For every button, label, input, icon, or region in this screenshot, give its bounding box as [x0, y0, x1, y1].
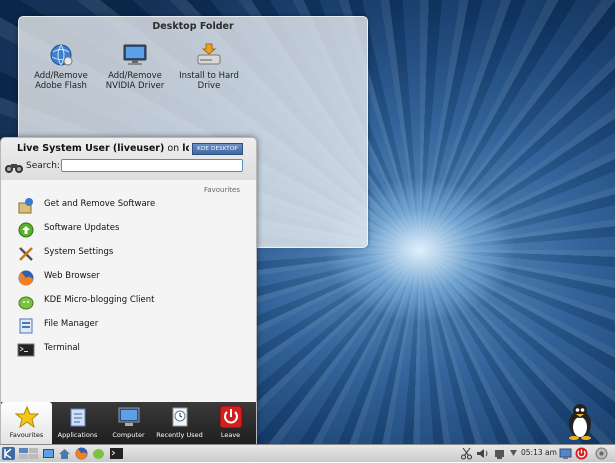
- tab-label: Recently Used: [156, 431, 203, 439]
- settings-tools-icon: [17, 245, 35, 263]
- clipboard-scissors-icon[interactable]: [460, 447, 473, 460]
- menu-item-get-remove-software[interactable]: Get and Remove Software: [15, 194, 243, 216]
- firefox-icon: [17, 269, 35, 287]
- search-label: Search:: [26, 161, 60, 171]
- tab-label: Favourites: [9, 431, 44, 439]
- update-icon: [17, 221, 35, 239]
- install-to-hard-drive-launcher[interactable]: Install to Hard Drive: [169, 43, 249, 91]
- add-remove-flash-launcher[interactable]: Add/Remove Adobe Flash: [21, 43, 101, 91]
- add-remove-nvidia-launcher[interactable]: Add/Remove NVIDIA Driver: [95, 43, 175, 91]
- globe-icon: [47, 43, 75, 67]
- user-name: Live System User (liveuser): [17, 143, 165, 154]
- power-icon: [218, 405, 244, 429]
- tab-recently-used[interactable]: Recently Used: [154, 402, 205, 445]
- icon-label-line2: Drive: [197, 81, 221, 91]
- hard-drive-icon: [195, 43, 223, 67]
- menu-item-label: System Settings: [44, 247, 114, 257]
- menu-item-label: Software Updates: [44, 223, 120, 233]
- file-manager-icon: [17, 317, 35, 335]
- tab-leave[interactable]: Leave: [205, 402, 256, 445]
- icon-label-line2: Adobe Flash: [35, 81, 87, 91]
- terminal-icon: [17, 341, 35, 359]
- home-icon[interactable]: [58, 447, 71, 460]
- menu-item-label: File Manager: [44, 319, 99, 329]
- menu-header: Live System User (liveuser) on localhost…: [1, 138, 256, 180]
- panel-clock[interactable]: 05:13 am: [521, 448, 557, 457]
- taskbar-panel: 05:13 am: [0, 444, 615, 462]
- menu-item-system-settings[interactable]: System Settings: [15, 242, 243, 264]
- kickoff-menu: Live System User (liveuser) on localhost…: [0, 137, 257, 446]
- tab-computer[interactable]: Computer: [103, 402, 154, 445]
- menu-item-label: Terminal: [44, 343, 80, 353]
- panel-toolbox-icon[interactable]: [595, 447, 608, 460]
- menu-tab-bar: Favourites Applications Computer Recentl…: [1, 402, 256, 445]
- applications-icon: [65, 406, 91, 428]
- icon-label-line1: Install to Hard: [179, 71, 239, 81]
- desktop-folder-title: Desktop Folder: [152, 21, 234, 32]
- choqok-launcher-icon[interactable]: [92, 447, 105, 460]
- menu-item-label: Get and Remove Software: [44, 199, 156, 209]
- user-on-text: on: [167, 143, 180, 154]
- icon-label-line1: Add/Remove: [108, 71, 162, 81]
- kde-menu-button[interactable]: [2, 447, 15, 460]
- menu-item-microblogging[interactable]: KDE Micro-blogging Client: [15, 290, 243, 312]
- menu-item-file-manager[interactable]: File Manager: [15, 314, 243, 336]
- sound-icon[interactable]: [476, 447, 489, 460]
- menu-item-label: KDE Micro-blogging Client: [44, 295, 155, 305]
- network-icon[interactable]: [493, 447, 506, 460]
- menu-item-terminal[interactable]: Terminal: [15, 338, 243, 360]
- user-info: Live System User (liveuser) on localhost: [17, 143, 189, 154]
- package-icon: [17, 197, 35, 215]
- icon-label-line1: Add/Remove: [34, 71, 88, 81]
- tab-label: Applications: [57, 431, 98, 439]
- leave-power-icon[interactable]: [575, 447, 588, 460]
- search-input[interactable]: [61, 159, 243, 172]
- tux-desktop-icon[interactable]: [565, 402, 595, 440]
- computer-icon: [116, 406, 142, 428]
- menu-item-software-updates[interactable]: Software Updates: [15, 218, 243, 240]
- microblog-icon: [17, 293, 35, 311]
- pager-icon[interactable]: [19, 447, 38, 460]
- star-icon: [14, 405, 40, 429]
- tab-label: Computer: [112, 431, 145, 439]
- tab-label: Leave: [220, 431, 241, 439]
- menu-item-label: Web Browser: [44, 271, 100, 281]
- host-name: localhost: [182, 143, 189, 154]
- icon-label-line2: NVIDIA Driver: [105, 81, 165, 91]
- kde-desktop-badge: KDE DESKTOP: [192, 143, 243, 155]
- notifications-icon[interactable]: [508, 447, 521, 460]
- show-desktop-icon[interactable]: [42, 447, 55, 460]
- firefox-launcher-icon[interactable]: [75, 447, 88, 460]
- tab-favourites[interactable]: Favourites: [1, 402, 52, 445]
- binoculars-icon: [4, 160, 24, 174]
- lock-screen-icon[interactable]: [559, 447, 572, 460]
- tab-applications[interactable]: Applications: [52, 402, 103, 445]
- monitor-icon: [121, 43, 149, 67]
- menu-item-web-browser[interactable]: Web Browser: [15, 266, 243, 288]
- terminal-launcher-icon[interactable]: [110, 447, 123, 460]
- favourites-caption: Favourites: [203, 186, 240, 194]
- clock-icon: [167, 406, 193, 428]
